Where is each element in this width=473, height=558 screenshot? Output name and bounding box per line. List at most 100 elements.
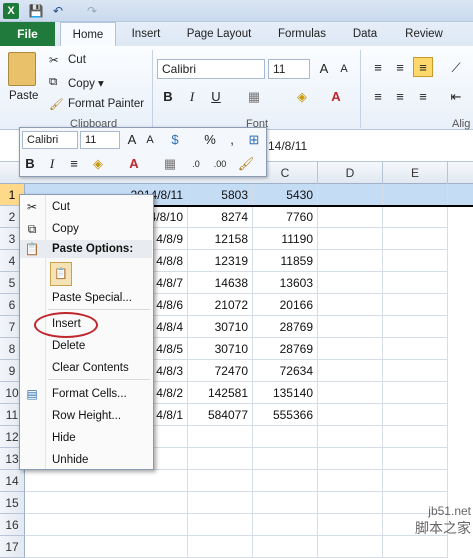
- align-center-icon[interactable]: ≡: [390, 87, 410, 107]
- cell-b[interactable]: 30710: [188, 338, 253, 360]
- tab-insert[interactable]: Insert: [122, 22, 170, 46]
- cell-b[interactable]: 14638: [188, 272, 253, 294]
- bold-button[interactable]: B: [158, 87, 178, 107]
- cell-d[interactable]: [318, 228, 383, 250]
- menu-item-format-cells[interactable]: Format Cells...: [52, 384, 177, 404]
- row-header[interactable]: 15: [0, 492, 25, 514]
- cell-b[interactable]: 12319: [188, 250, 253, 272]
- cell-c[interactable]: [253, 470, 318, 492]
- cell-e[interactable]: [383, 382, 448, 404]
- cell-d[interactable]: [318, 316, 383, 338]
- cell-e[interactable]: [383, 316, 448, 338]
- mini-bold-button[interactable]: B: [20, 154, 40, 174]
- mini-font-color-icon[interactable]: A: [124, 154, 144, 174]
- italic-button[interactable]: I: [182, 87, 202, 107]
- tab-data[interactable]: Data: [344, 22, 386, 46]
- paste-button[interactable]: Paste: [9, 90, 38, 102]
- cell-b[interactable]: [188, 536, 253, 558]
- cell-e[interactable]: [383, 250, 448, 272]
- menu-item-unhide[interactable]: Unhide: [52, 450, 177, 470]
- align-middle-icon[interactable]: ≡: [390, 58, 410, 78]
- mini-comma-icon[interactable]: ,: [222, 130, 242, 150]
- cell-c[interactable]: 555366: [253, 404, 318, 426]
- cell-c[interactable]: [253, 492, 318, 514]
- menu-item-clear-contents[interactable]: Clear Contents: [52, 358, 177, 378]
- cell-d[interactable]: [318, 250, 383, 272]
- mini-font-name-box[interactable]: Calibri: [22, 131, 78, 149]
- cell-b[interactable]: [188, 426, 253, 448]
- cell-b[interactable]: 584077: [188, 404, 253, 426]
- align-right-icon[interactable]: ≡: [413, 87, 433, 107]
- menu-item-copy[interactable]: Copy: [52, 219, 177, 239]
- cell-b[interactable]: [188, 470, 253, 492]
- cell-d[interactable]: [318, 360, 383, 382]
- cell-c[interactable]: 72634: [253, 360, 318, 382]
- cell-b[interactable]: 30710: [188, 316, 253, 338]
- cell-e[interactable]: [383, 448, 448, 470]
- cell-a[interactable]: [25, 514, 188, 536]
- cell-c[interactable]: [253, 448, 318, 470]
- mini-fill-color-icon[interactable]: ◈: [88, 154, 108, 174]
- mini-center-icon[interactable]: ≡: [64, 154, 84, 174]
- cell-e[interactable]: [383, 294, 448, 316]
- cell-d[interactable]: [318, 338, 383, 360]
- format-painter-button[interactable]: Format Painter: [68, 98, 144, 110]
- paste-icon[interactable]: [8, 52, 36, 86]
- cell-c[interactable]: 28769: [253, 338, 318, 360]
- menu-item-paste-special[interactable]: Paste Special...: [52, 288, 177, 308]
- row-header[interactable]: 16: [0, 514, 25, 536]
- menu-item-cut[interactable]: Cut: [52, 197, 177, 217]
- mini-grow-font-icon[interactable]: A: [122, 130, 142, 150]
- tab-formulas[interactable]: Formulas: [268, 22, 336, 46]
- mini-shrink-font-icon[interactable]: A: [140, 130, 160, 150]
- cell-c[interactable]: 13603: [253, 272, 318, 294]
- cell-d[interactable]: [318, 382, 383, 404]
- cell-c[interactable]: [253, 536, 318, 558]
- font-color-icon[interactable]: A: [326, 87, 346, 107]
- fill-color-icon[interactable]: ◈: [292, 87, 312, 107]
- mini-format-painter-icon[interactable]: 🖌: [236, 154, 256, 174]
- font-size-box[interactable]: 11: [268, 59, 310, 79]
- cut-icon[interactable]: ✂: [49, 53, 59, 67]
- cell-d[interactable]: [318, 536, 383, 558]
- cell-d[interactable]: [318, 426, 383, 448]
- cell-b[interactable]: 72470: [188, 360, 253, 382]
- cell-a[interactable]: [25, 536, 188, 558]
- cell-e[interactable]: [383, 536, 448, 558]
- orientation-icon[interactable]: ⟋: [446, 58, 466, 78]
- align-bottom-icon[interactable]: ≡: [413, 57, 433, 77]
- cell-c[interactable]: 135140: [253, 382, 318, 404]
- tab-file[interactable]: File: [0, 22, 55, 46]
- cell-e[interactable]: [383, 470, 448, 492]
- mini-percent-icon[interactable]: %: [200, 130, 220, 150]
- cell-c[interactable]: 11859: [253, 250, 318, 272]
- cell-e[interactable]: [383, 228, 448, 250]
- align-left-icon[interactable]: ≡: [368, 87, 388, 107]
- cell-c[interactable]: [253, 426, 318, 448]
- cell-d[interactable]: [318, 272, 383, 294]
- redo-icon[interactable]: ↷: [84, 3, 100, 19]
- mini-accounting-icon[interactable]: $: [165, 130, 185, 150]
- cell-b[interactable]: [188, 514, 253, 536]
- font-name-box[interactable]: Calibri: [157, 59, 265, 79]
- cell-e[interactable]: [383, 272, 448, 294]
- menu-item-delete[interactable]: Delete: [52, 336, 177, 356]
- cell-c[interactable]: [253, 514, 318, 536]
- format-painter-icon[interactable]: 🖌: [49, 97, 64, 111]
- cell-c[interactable]: 20166: [253, 294, 318, 316]
- menu-item-hide[interactable]: Hide: [52, 428, 177, 448]
- cell-e[interactable]: [383, 184, 448, 206]
- copy-icon[interactable]: ⧉: [49, 76, 57, 89]
- cell-e[interactable]: [383, 360, 448, 382]
- mini-italic-button[interactable]: I: [42, 154, 62, 174]
- cell-a[interactable]: [25, 470, 188, 492]
- cell-e[interactable]: [383, 426, 448, 448]
- tab-page-layout[interactable]: Page Layout: [178, 22, 260, 46]
- cell-b[interactable]: 21072: [188, 294, 253, 316]
- cell-c[interactable]: 28769: [253, 316, 318, 338]
- cell-b[interactable]: [188, 448, 253, 470]
- underline-button[interactable]: U: [206, 87, 226, 107]
- cell-e[interactable]: [383, 206, 448, 228]
- mini-borders-icon[interactable]: ▦: [160, 154, 180, 174]
- mini-increase-decimal-icon[interactable]: .0: [186, 154, 206, 174]
